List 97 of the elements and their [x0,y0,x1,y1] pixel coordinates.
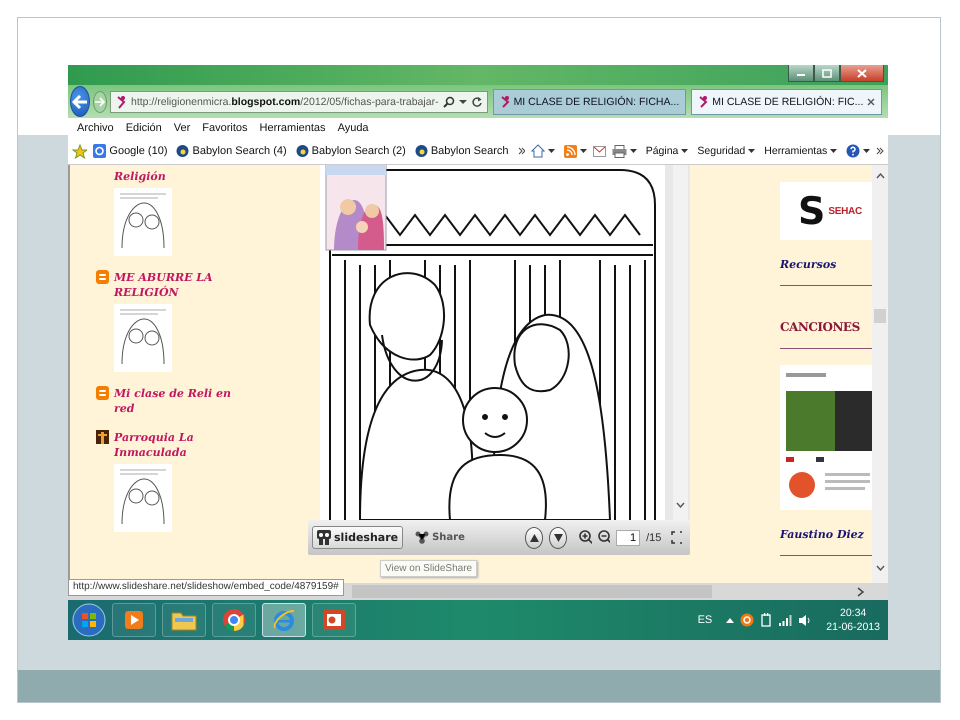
slideshare-button[interactable]: slideshare [312,526,404,549]
media-player-icon [123,609,145,631]
favorites-link[interactable]: Babylon Search (2) [292,144,409,158]
up-triangle-icon [530,534,539,542]
sidebar-link[interactable]: Recursos [780,258,872,271]
scroll-up-icon[interactable] [876,173,884,179]
mail-icon[interactable] [593,146,606,156]
close-icon[interactable] [867,98,876,106]
previous-slide-button[interactable] [524,526,544,548]
maximize-icon [822,68,832,78]
forward-button[interactable] [93,90,107,112]
figure-favicon-icon [500,95,510,108]
favorites-link[interactable]: Babylon Search [412,144,512,158]
blogger-icon [96,270,109,284]
menu-item[interactable]: Ver [168,122,196,134]
search-icon[interactable] [442,96,455,108]
home-icon [531,144,546,158]
fullscreen-icon[interactable] [671,531,682,544]
babylon-logo-icon [296,144,309,158]
menu-item[interactable]: Ayuda [332,122,374,134]
tooltip: View on SlideShare [380,560,478,577]
refresh-icon[interactable] [470,96,483,108]
blog-link[interactable]: Mi clase de Reli en red [114,386,232,416]
caret-icon [748,148,756,154]
scroll-down-icon[interactable] [876,565,884,571]
browser-tab[interactable]: MI CLASE DE RELIGIÓN: FIC... [691,88,882,114]
blog-link[interactable]: Parroquia La Inmaculada [114,430,232,460]
slideshare-logo-icon [317,530,331,545]
powerpoint-icon [322,609,346,631]
caret-icon [863,148,870,154]
command-menu[interactable]: Seguridad [694,145,758,157]
share-icon [415,531,430,544]
figure-favicon-icon [115,94,127,108]
status-url: http://www.slideshare.net/slideshow/embed_code/4879159# [68,579,344,596]
caret-icon [580,148,588,154]
command-menu[interactable]: Herramientas [761,145,840,157]
chevron-icon[interactable] [518,147,526,155]
scroll-down-icon[interactable] [676,502,685,508]
zoom-in-icon[interactable] [579,530,592,545]
printer-icon [612,144,627,158]
sidebar-link[interactable]: Faustino Diez [780,528,872,541]
favorites-link[interactable]: Google (10) [90,144,170,158]
power-plug-icon[interactable] [760,612,772,628]
rss-icon [564,144,578,158]
signal-bars-icon[interactable] [778,614,792,626]
browser-tab[interactable]: MI CLASE DE RELIGIÓN: FICHA... [492,88,686,114]
next-slide-button[interactable] [549,526,568,548]
caret-icon[interactable] [458,98,467,104]
caret-icon [681,148,688,154]
close-icon [857,68,867,78]
share-button[interactable]: Share [409,530,471,545]
taskbar-app[interactable] [262,603,306,637]
caret-icon [548,148,556,154]
internet-explorer-icon [272,608,296,632]
tray-app-icon[interactable] [740,613,754,627]
scroll-right-icon[interactable] [857,586,864,596]
clock[interactable]: 20:34 21-06-2013 [826,606,880,634]
figure-favicon-icon [698,95,708,108]
page-total: /15 [646,532,662,544]
menu-item[interactable]: Herramientas [254,122,331,134]
favorites-link[interactable]: Babylon Search (4) [173,144,290,158]
church-photo-icon [96,430,109,444]
scroll-thumb[interactable] [874,309,886,323]
menu-item[interactable]: Edición [120,122,167,134]
chrome-icon [222,608,246,632]
section-heading: CANCIONES [780,320,861,334]
help-icon [846,144,860,158]
language-indicator[interactable]: ES [698,614,712,626]
blog-link[interactable]: ME ABURRE LA RELIGIÓN [114,270,232,300]
blogger-icon [96,386,109,400]
babylon-logo-icon [176,144,190,158]
blog-link[interactable]: Religión [114,169,232,184]
zoom-out-icon[interactable] [598,530,610,545]
forward-arrow-icon [94,96,106,106]
speaker-icon[interactable] [798,614,812,626]
website-screenshot-drawing[interactable] [780,365,872,510]
back-button[interactable] [70,86,90,117]
show-hidden-icons-icon[interactable] [726,617,734,623]
menu-item[interactable]: Favoritos [197,122,253,134]
maximize-button[interactable] [814,65,840,82]
command-menu[interactable]: Página [642,145,692,157]
down-triangle-icon [554,534,563,542]
caret-icon [630,148,637,154]
minimize-button[interactable] [788,65,814,82]
chevron-icon[interactable] [876,147,884,155]
page-number-field[interactable]: 1 [616,530,640,546]
babylon-logo-icon [414,144,428,158]
caret-icon [830,148,838,154]
close-button[interactable] [840,65,884,82]
address-field[interactable]: http://religionenmicra.blogspot.com/2012/05/fichas-para-trabajar- [110,90,488,112]
page-scrollbar[interactable] [872,165,888,583]
google-logo-icon [93,144,106,158]
start-button[interactable] [72,603,106,637]
menu-item[interactable]: Archivo [72,122,119,134]
scrollbar[interactable] [673,165,688,520]
back-arrow-icon [71,94,89,110]
favorites-star-icon[interactable] [72,144,88,158]
